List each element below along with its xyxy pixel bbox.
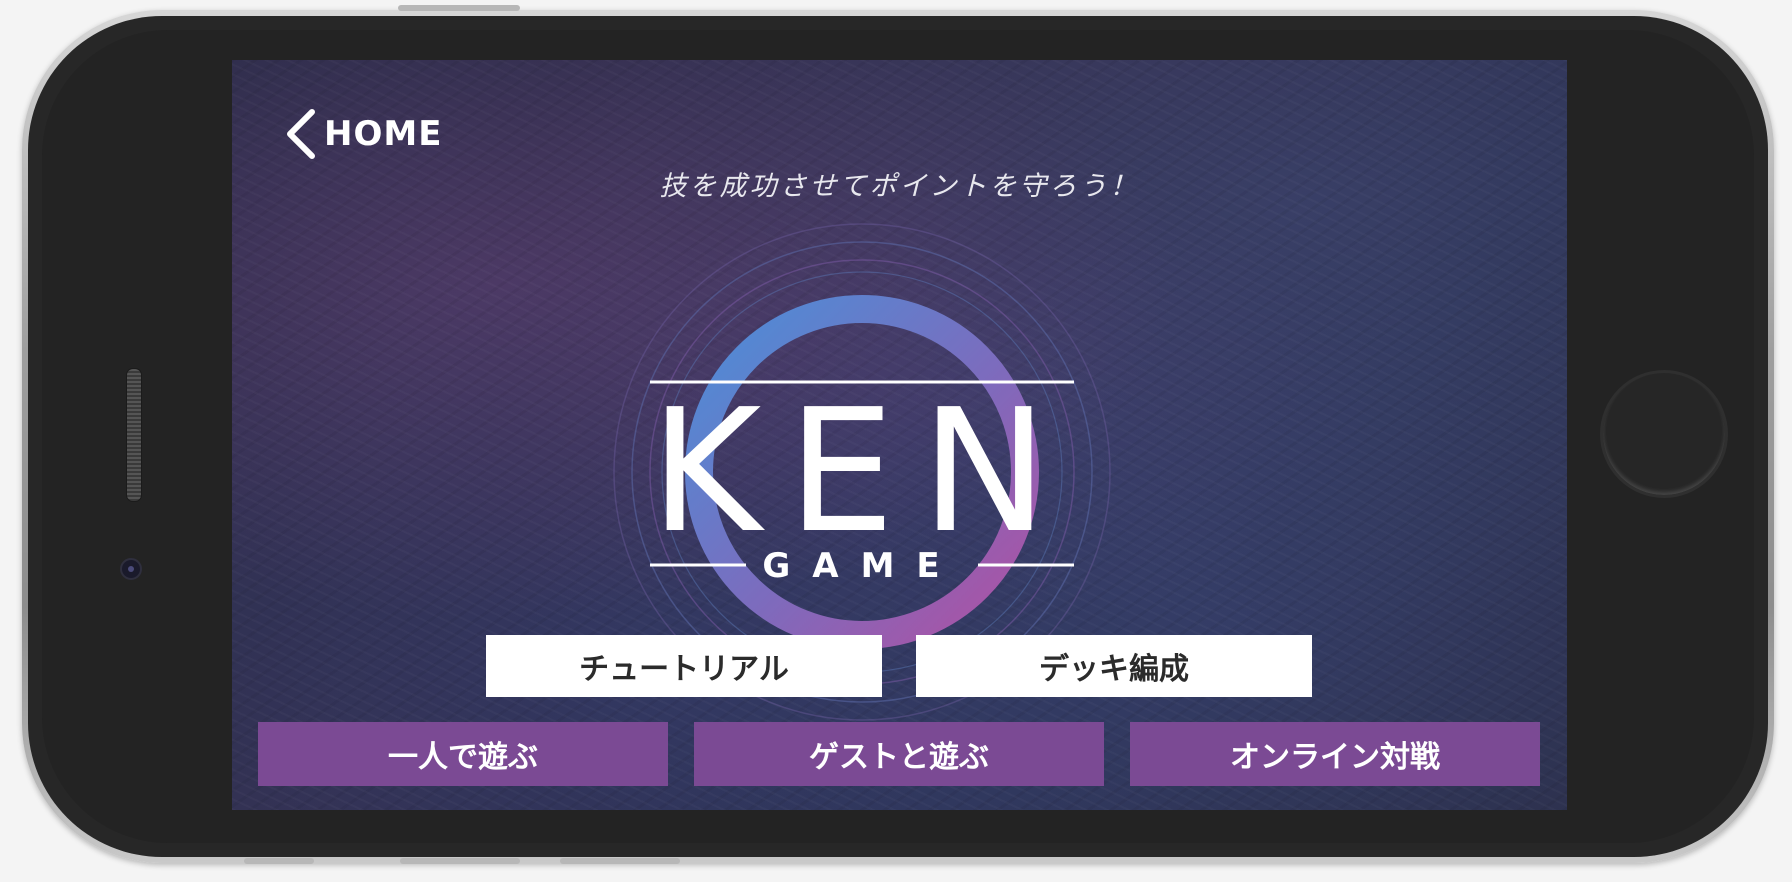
chevron-left-icon	[287, 109, 315, 159]
game-screen: HOME 技を成功させてポイントを守ろう！ KEN GAME チュートリアル デ…	[232, 60, 1567, 810]
back-home-link[interactable]: HOME	[282, 106, 442, 162]
power-button	[398, 5, 520, 11]
front-camera	[120, 558, 142, 580]
deck-edit-button[interactable]: デッキ編成	[916, 635, 1312, 697]
tutorial-button[interactable]: チュートリアル	[486, 635, 882, 697]
back-home-label: HOME	[324, 114, 443, 154]
volume-up-button	[244, 858, 314, 864]
earpiece-speaker	[126, 368, 142, 502]
volume-down-button	[400, 858, 520, 864]
online-battle-button[interactable]: オンライン対戦	[1130, 722, 1540, 786]
logo-title: KEN	[650, 373, 1074, 571]
home-button[interactable]	[1600, 370, 1728, 498]
logo-subtitle: GAME	[762, 546, 961, 586]
mute-switch	[560, 858, 680, 864]
guest-play-button[interactable]: ゲストと遊ぶ	[694, 722, 1104, 786]
solo-play-button[interactable]: 一人で遊ぶ	[258, 722, 668, 786]
